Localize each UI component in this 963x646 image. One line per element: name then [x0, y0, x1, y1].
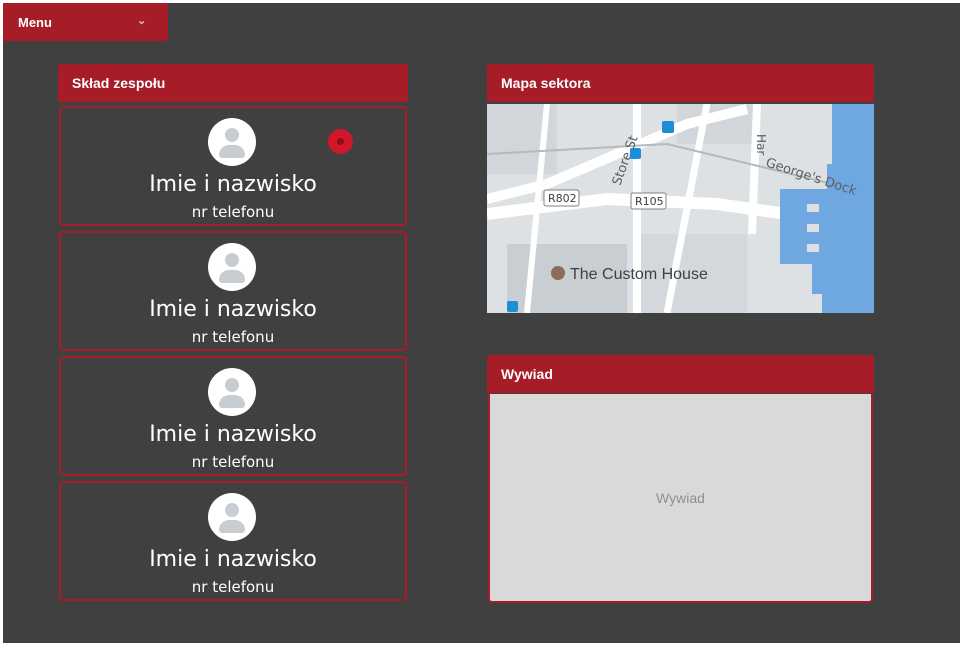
sector-map[interactable]: Store St George's Dock Har R802 R105 The…	[487, 104, 874, 313]
member-phone: nr telefonu	[191, 578, 275, 596]
team-panel-title: Skład zespołu	[72, 75, 166, 91]
avatar-icon	[208, 118, 256, 166]
wywiad-panel-header: Wywiad	[487, 355, 874, 393]
member-phone: nr telefonu	[191, 328, 275, 346]
wywiad-placeholder: Wywiad	[656, 489, 705, 506]
app-window: Menu ⌄ Skład zespołu Imie i nazwisko nr …	[3, 3, 960, 643]
record-button[interactable]	[328, 129, 353, 154]
avatar-icon	[208, 368, 256, 416]
member-card[interactable]: Imie i nazwisko nr telefonu	[59, 231, 407, 351]
member-card[interactable]: Imie i nazwisko nr telefonu	[59, 106, 407, 226]
team-panel-header: Skład zespołu	[58, 64, 408, 102]
member-name: Imie i nazwisko	[149, 297, 317, 322]
member-phone: nr telefonu	[191, 203, 275, 221]
map-label-r105: R105	[635, 195, 664, 208]
map-panel-header: Mapa sektora	[487, 64, 874, 102]
record-icon	[337, 138, 344, 145]
member-card[interactable]: Imie i nazwisko nr telefonu	[59, 356, 407, 476]
wywiad-area[interactable]: Wywiad	[488, 394, 873, 603]
chevron-down-icon: ⌄	[137, 15, 147, 27]
member-name: Imie i nazwisko	[149, 547, 317, 572]
member-phone: nr telefonu	[191, 453, 275, 471]
member-name: Imie i nazwisko	[149, 422, 317, 447]
member-card[interactable]: Imie i nazwisko nr telefonu	[59, 481, 407, 601]
avatar-icon	[208, 493, 256, 541]
map-label-har: Har	[754, 134, 768, 155]
wywiad-panel-title: Wywiad	[501, 366, 553, 382]
menu-label: Menu	[18, 14, 52, 30]
map-label-r802: R802	[548, 192, 577, 205]
member-name: Imie i nazwisko	[149, 172, 317, 197]
map-label-custom-house: The Custom House	[570, 266, 708, 283]
avatar-icon	[208, 243, 256, 291]
menu-button[interactable]: Menu ⌄	[3, 3, 168, 41]
map-panel-title: Mapa sektora	[501, 75, 591, 91]
